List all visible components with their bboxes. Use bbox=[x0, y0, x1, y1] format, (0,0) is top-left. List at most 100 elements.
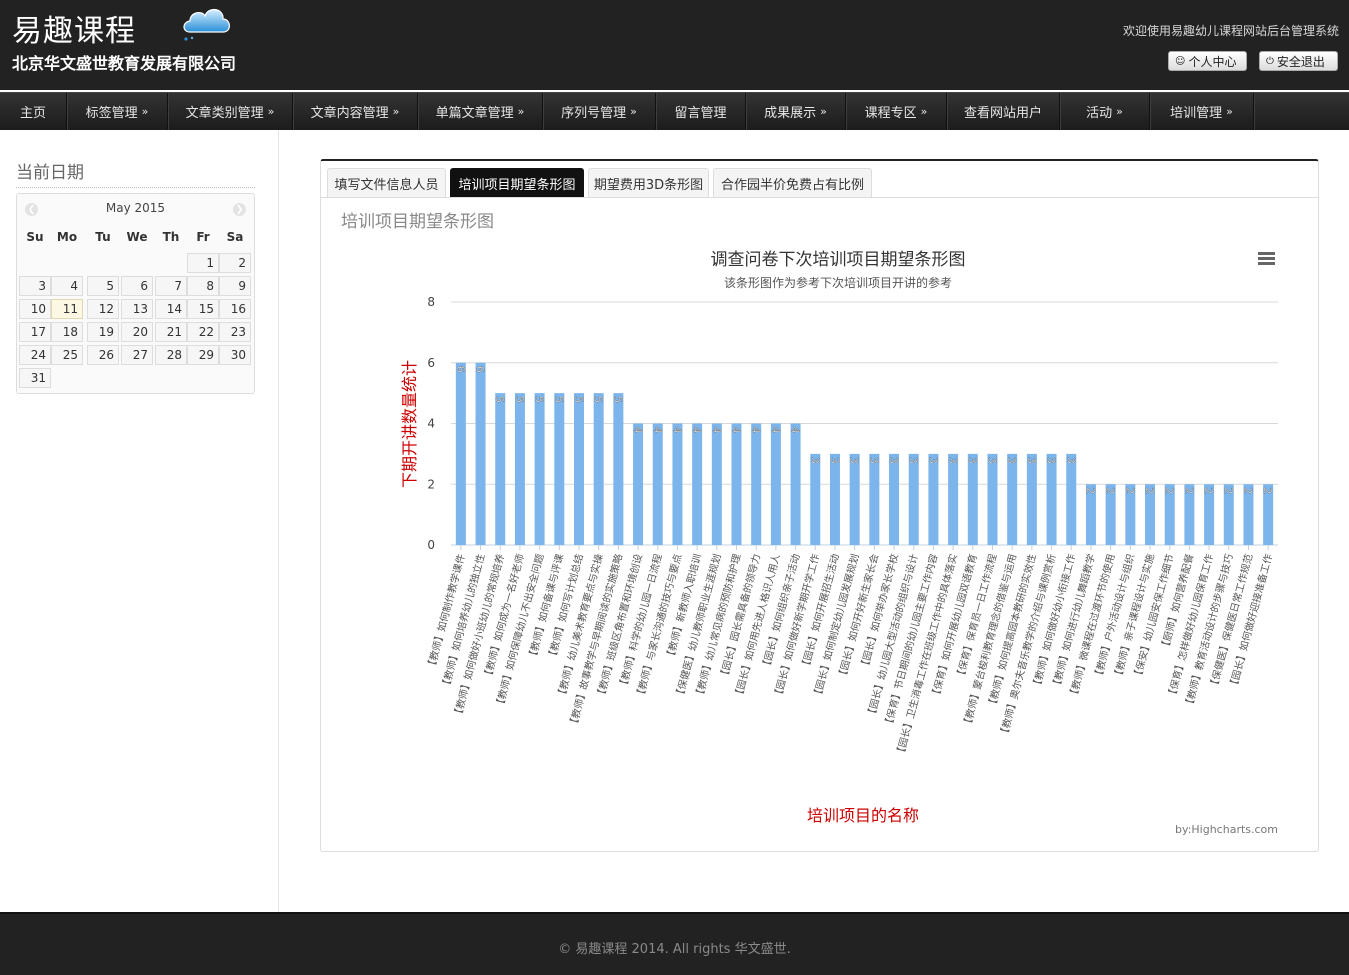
bar bbox=[928, 453, 939, 545]
calendar-day[interactable]: 22 bbox=[187, 322, 219, 342]
data-label: 5 bbox=[611, 396, 624, 403]
calendar-day[interactable]: 3 bbox=[19, 276, 51, 296]
calendar-day[interactable]: 7 bbox=[155, 276, 187, 296]
calendar-day[interactable]: 20 bbox=[121, 322, 153, 342]
y-tick-label: 8 bbox=[427, 295, 435, 309]
data-label: 5 bbox=[493, 396, 506, 403]
nav-item-0[interactable]: 主页 bbox=[0, 93, 67, 130]
bar bbox=[455, 362, 466, 545]
nav-label: 单篇文章管理 bbox=[435, 106, 514, 121]
nav-label: 成果展示 bbox=[764, 106, 817, 121]
y-tick-label: 4 bbox=[427, 417, 435, 431]
calendar-day[interactable]: 18 bbox=[51, 322, 83, 342]
data-label: 4 bbox=[730, 427, 743, 434]
calendar-day[interactable]: 26 bbox=[87, 345, 119, 365]
data-label: 4 bbox=[710, 427, 723, 434]
bar bbox=[751, 423, 762, 545]
calendar-day[interactable]: 19 bbox=[87, 322, 119, 342]
nav-item-9[interactable]: 查看网站用户 bbox=[947, 93, 1060, 130]
bar bbox=[829, 453, 840, 545]
calendar-day[interactable]: 8 bbox=[187, 276, 219, 296]
data-label: 5 bbox=[552, 396, 565, 403]
bar bbox=[967, 453, 978, 545]
y-tick-label: 2 bbox=[427, 477, 435, 491]
data-label: 3 bbox=[828, 457, 841, 464]
footer-copyright: © 易趣课程 2014. All rights 华文盛世. bbox=[558, 942, 791, 957]
company-name: 北京华文盛世教育发展有限公司 bbox=[12, 54, 237, 73]
bar bbox=[711, 423, 722, 545]
calendar-day[interactable]: 13 bbox=[121, 299, 153, 319]
nav-item-7[interactable]: 成果展示» bbox=[746, 93, 846, 130]
calendar-day[interactable]: 27 bbox=[121, 345, 153, 365]
calendar-day[interactable]: 4 bbox=[51, 276, 83, 296]
nav-item-3[interactable]: 文章内容管理» bbox=[293, 93, 418, 130]
calendar-day[interactable]: 6 bbox=[121, 276, 153, 296]
nav-label: 课程专区 bbox=[864, 106, 917, 121]
nav-item-5[interactable]: 序列号管理» bbox=[543, 93, 656, 130]
bar bbox=[987, 453, 998, 545]
logout-button[interactable]: ⏻ 安全退出 bbox=[1259, 51, 1338, 71]
data-label: 2 bbox=[1104, 487, 1117, 494]
nav-label: 标签管理 bbox=[85, 106, 138, 121]
calendar-day[interactable]: 29 bbox=[187, 345, 219, 365]
bar bbox=[554, 393, 565, 545]
nav-item-2[interactable]: 文章类别管理» bbox=[168, 93, 293, 130]
calendar-day[interactable]: 5 bbox=[87, 276, 119, 296]
calendar-day[interactable]: 30 bbox=[219, 345, 251, 365]
calendar-day[interactable]: 1 bbox=[187, 253, 219, 273]
bar bbox=[889, 453, 900, 545]
data-label: 3 bbox=[1045, 457, 1058, 464]
chevron-right-icon: » bbox=[1226, 105, 1233, 118]
data-label: 4 bbox=[690, 427, 703, 434]
calendar-day[interactable]: 12 bbox=[87, 299, 119, 319]
chevron-right-icon: » bbox=[920, 105, 928, 118]
logout-label: 安全退出 bbox=[1276, 54, 1325, 69]
data-label: 2 bbox=[1143, 487, 1156, 494]
calendar-month-label[interactable]: May 2015 bbox=[17, 201, 254, 215]
nav-item-11[interactable]: 培训管理» bbox=[1150, 93, 1254, 130]
profile-label: 个人中心 bbox=[1188, 54, 1237, 69]
calendar-day[interactable]: 23 bbox=[219, 322, 251, 342]
nav-item-8[interactable]: 课程专区» bbox=[846, 93, 947, 130]
data-label: 3 bbox=[1064, 457, 1077, 464]
calendar-day[interactable]: 28 bbox=[155, 345, 187, 365]
calendar-day[interactable]: 11 bbox=[51, 299, 83, 319]
calendar-day[interactable]: 25 bbox=[51, 345, 83, 365]
calendar-day[interactable]: 31 bbox=[19, 368, 51, 388]
calendar-day[interactable]: 16 bbox=[219, 299, 251, 319]
nav-item-4[interactable]: 单篇文章管理» bbox=[418, 93, 543, 130]
y-axis-title: 下期开讲数量统计 bbox=[400, 360, 419, 488]
nav-label: 文章内容管理 bbox=[310, 106, 389, 121]
calendar-day[interactable]: 10 bbox=[19, 299, 51, 319]
calendar-day[interactable]: 17 bbox=[19, 322, 51, 342]
nav-label: 培训管理 bbox=[1170, 106, 1223, 121]
nav-item-1[interactable]: 标签管理» bbox=[67, 93, 168, 130]
data-label: 5 bbox=[572, 396, 585, 403]
data-label: 3 bbox=[808, 457, 821, 464]
data-label: 3 bbox=[1005, 457, 1018, 464]
bar bbox=[790, 423, 801, 545]
bar bbox=[869, 453, 880, 545]
data-label: 4 bbox=[651, 427, 664, 434]
bar bbox=[633, 423, 644, 545]
y-tick-label: 6 bbox=[427, 356, 435, 370]
chart-credits-link[interactable]: by:Highcharts.com bbox=[1175, 823, 1278, 836]
bar-chart: 调查问卷下次培训项目期望条形图该条形图作为参考下次培训项目开讲的参考 0 2 4 6 8 下… bbox=[400, 250, 1278, 836]
calendar-day[interactable]: 9 bbox=[219, 276, 251, 296]
data-label: 2 bbox=[1084, 487, 1097, 494]
bar bbox=[1066, 453, 1077, 545]
calendar-day[interactable]: 21 bbox=[155, 322, 187, 342]
calendar-day[interactable]: 2 bbox=[219, 253, 251, 273]
nav-item-10[interactable]: 活动» bbox=[1060, 93, 1150, 130]
calendar-day[interactable]: 24 bbox=[19, 345, 51, 365]
nav-item-6[interactable]: 留言管理 bbox=[656, 93, 746, 130]
data-label: 2 bbox=[1123, 487, 1136, 494]
bar bbox=[908, 453, 919, 545]
brand-title[interactable]: 易趣课程 bbox=[12, 6, 136, 50]
chevron-right-icon: » bbox=[517, 105, 525, 118]
profile-button[interactable]: ☺ 个人中心 bbox=[1168, 51, 1247, 71]
calendar-day[interactable]: 15 bbox=[187, 299, 219, 319]
next-month-icon[interactable]: ❯ bbox=[233, 203, 246, 216]
content-panel: 填写文件信息人员 培训项目期望条形图 期望费用3D条形图 合作园半价免费占有比例 培训… bbox=[320, 159, 1319, 852]
calendar-day[interactable]: 14 bbox=[155, 299, 187, 319]
